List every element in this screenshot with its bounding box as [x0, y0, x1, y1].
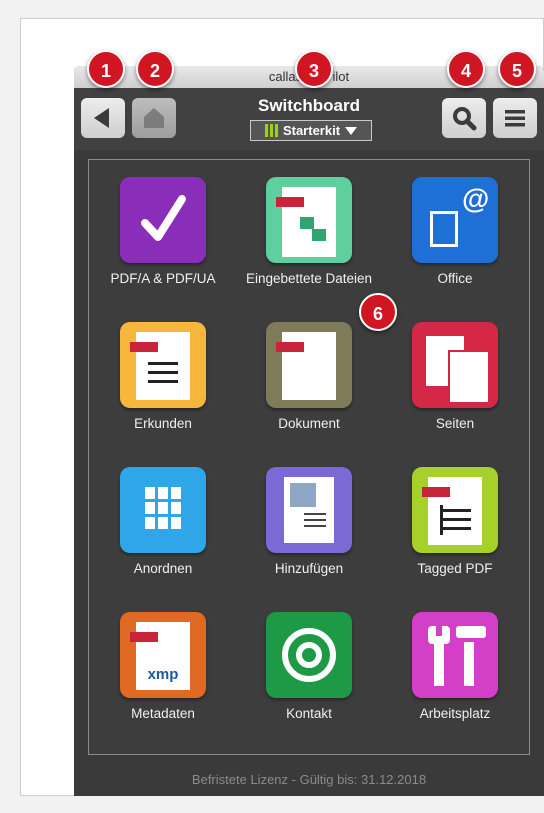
tile-office[interactable]: @ Office	[385, 177, 525, 288]
tile-label: Kontakt	[286, 706, 332, 721]
tile-explore[interactable]: Erkunden	[93, 322, 233, 433]
workplace-tools-icon	[412, 612, 498, 698]
callout-badge-5: 5	[498, 50, 536, 88]
tile-label: Office	[437, 271, 473, 286]
explore-list-icon	[120, 322, 206, 408]
callout-badge-3: 3	[295, 50, 333, 88]
app-window: callas pdfPilot Switchboard Starterkit P…	[74, 66, 544, 796]
embedded-files-icon	[266, 177, 352, 263]
switchboard-title: Switchboard	[257, 96, 360, 115]
checkmark-icon	[120, 177, 206, 263]
tile-document[interactable]: Dokument	[239, 322, 379, 433]
home-button[interactable]	[132, 98, 176, 138]
callout-badge-2: 2	[136, 50, 174, 88]
tile-label: Eingebettete Dateien	[245, 271, 373, 286]
tile-label: PDF/A & PDF/UA	[110, 271, 216, 286]
tile-embedded-files[interactable]: Eingebettete Dateien	[239, 177, 379, 288]
search-button[interactable]	[442, 98, 486, 138]
menu-icon	[505, 110, 525, 127]
xmp-metadata-icon: xmp	[120, 612, 206, 698]
starterkit-bars-icon	[264, 124, 278, 137]
tile-tagged-pdf[interactable]: Tagged PDF	[385, 467, 525, 578]
back-button[interactable]	[81, 98, 125, 138]
office-icon: @	[412, 177, 498, 263]
callout-badge-1: 1	[87, 50, 125, 88]
home-icon	[144, 108, 164, 128]
tile-workplace[interactable]: Arbeitsplatz	[385, 612, 525, 723]
tile-label: Anordnen	[133, 561, 193, 576]
tile-label: Metadaten	[131, 706, 195, 721]
tile-label: Tagged PDF	[417, 561, 493, 576]
toolbar: Switchboard Starterkit	[74, 88, 544, 150]
document-icon	[266, 322, 352, 408]
tile-arrange[interactable]: Anordnen	[93, 467, 233, 578]
chevron-down-icon	[345, 126, 358, 135]
xmp-text: xmp	[147, 666, 179, 683]
profile-select-value: Starterkit	[282, 123, 341, 138]
tile-add[interactable]: Hinzufügen	[239, 467, 379, 578]
contact-target-icon	[266, 612, 352, 698]
callout-badge-6: 6	[359, 293, 397, 331]
pages-icon	[412, 322, 498, 408]
menu-button[interactable]	[493, 98, 537, 138]
tile-label: Erkunden	[134, 416, 192, 431]
tile-pages[interactable]: Seiten	[385, 322, 525, 433]
tile-label: Arbeitsplatz	[419, 706, 491, 721]
back-triangle-icon	[94, 108, 109, 128]
tagged-pdf-icon	[412, 467, 498, 553]
callout-badge-4: 4	[447, 50, 485, 88]
tile-contact[interactable]: Kontakt	[239, 612, 379, 723]
tile-metadata[interactable]: xmp Metadaten	[93, 612, 233, 723]
tile-label: Dokument	[278, 416, 340, 431]
search-icon	[453, 107, 477, 131]
license-footer: Befristete Lizenz - Gültig bis: 31.12.20…	[191, 772, 427, 787]
tile-pdfa-pdfua[interactable]: PDF/A & PDF/UA	[93, 177, 233, 288]
arrange-grid-icon	[120, 467, 206, 553]
profile-select[interactable]: Starterkit	[250, 120, 372, 141]
tile-label: Seiten	[435, 416, 475, 431]
add-content-icon	[266, 467, 352, 553]
switchboard-grid: PDF/A & PDF/UA Eingebettete Dateien @ Of…	[88, 159, 530, 755]
tile-label: Hinzufügen	[274, 561, 344, 576]
